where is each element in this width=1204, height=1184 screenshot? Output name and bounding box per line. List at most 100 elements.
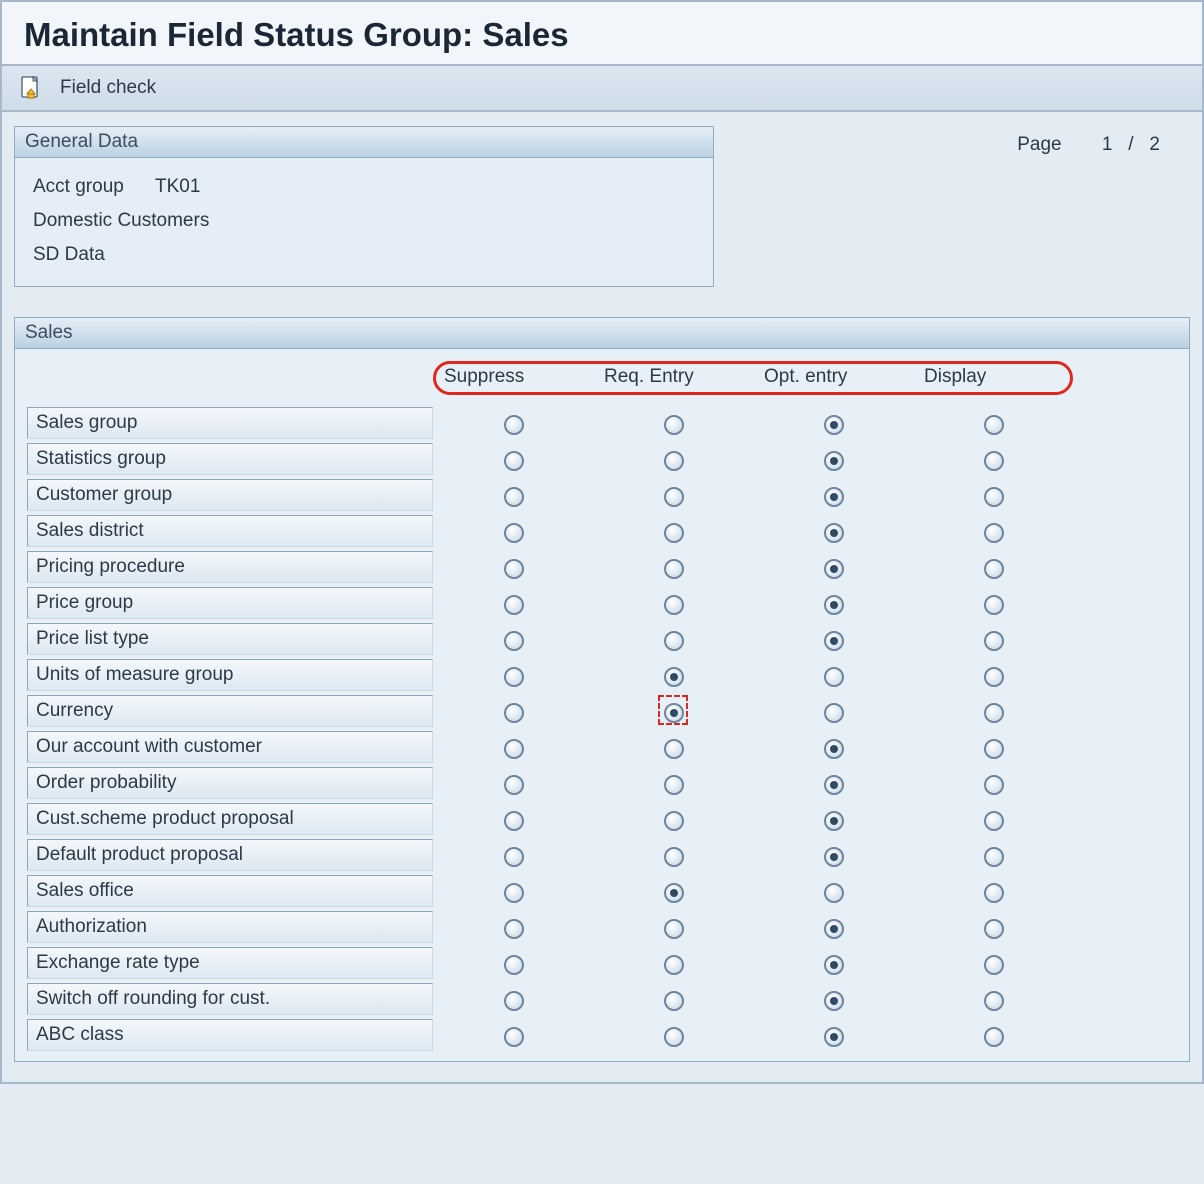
- status-radio[interactable]: [824, 451, 844, 471]
- status-radio[interactable]: [984, 451, 1004, 471]
- status-radio[interactable]: [664, 1027, 684, 1047]
- field-label: Default product proposal: [27, 839, 433, 871]
- status-radio[interactable]: [504, 883, 524, 903]
- status-radio[interactable]: [824, 487, 844, 507]
- status-radio[interactable]: [664, 631, 684, 651]
- status-radio[interactable]: [664, 595, 684, 615]
- status-radio[interactable]: [984, 919, 1004, 939]
- status-radio[interactable]: [664, 667, 684, 687]
- status-radio[interactable]: [664, 847, 684, 867]
- radio-cell: [433, 1024, 593, 1047]
- status-radio[interactable]: [504, 955, 524, 975]
- radio-cell: [433, 412, 593, 435]
- status-radio[interactable]: [664, 451, 684, 471]
- status-radio[interactable]: [984, 775, 1004, 795]
- radio-cell: [433, 772, 593, 795]
- status-radio[interactable]: [824, 883, 844, 903]
- data-area: SD Data: [33, 244, 105, 266]
- status-radio[interactable]: [664, 919, 684, 939]
- status-radio[interactable]: [504, 1027, 524, 1047]
- status-radio[interactable]: [824, 559, 844, 579]
- field-label: Exchange rate type: [27, 947, 433, 979]
- field-label: Pricing procedure: [27, 551, 433, 583]
- status-radio[interactable]: [824, 523, 844, 543]
- status-radio[interactable]: [824, 775, 844, 795]
- status-radio[interactable]: [824, 703, 844, 723]
- status-radio[interactable]: [824, 1027, 844, 1047]
- radio-cell: [753, 556, 913, 579]
- status-radio[interactable]: [504, 991, 524, 1011]
- status-radio[interactable]: [824, 595, 844, 615]
- field-label: Price list type: [27, 623, 433, 655]
- table-row: Our account with customer: [21, 729, 1183, 765]
- status-radio[interactable]: [824, 847, 844, 867]
- status-radio[interactable]: [824, 667, 844, 687]
- status-radio[interactable]: [664, 775, 684, 795]
- status-radio[interactable]: [504, 919, 524, 939]
- radio-cell: [913, 880, 1073, 903]
- radio-cell: [913, 520, 1073, 543]
- status-radio[interactable]: [504, 739, 524, 759]
- status-radio[interactable]: [504, 415, 524, 435]
- col-suppress: Suppress: [444, 366, 604, 388]
- status-radio[interactable]: [984, 559, 1004, 579]
- status-radio[interactable]: [664, 955, 684, 975]
- table-row: Price group: [21, 585, 1183, 621]
- status-radio[interactable]: [664, 991, 684, 1011]
- status-radio[interactable]: [824, 811, 844, 831]
- status-radio[interactable]: [504, 559, 524, 579]
- status-radio[interactable]: [984, 847, 1004, 867]
- status-radio[interactable]: [504, 811, 524, 831]
- status-radio[interactable]: [664, 883, 684, 903]
- upper-row: General Data Acct group TK01 Domestic Cu…: [14, 126, 1190, 287]
- status-radio[interactable]: [984, 811, 1004, 831]
- status-radio[interactable]: [504, 595, 524, 615]
- status-radio[interactable]: [984, 703, 1004, 723]
- status-radio[interactable]: [664, 415, 684, 435]
- status-radio[interactable]: [504, 487, 524, 507]
- status-radio[interactable]: [824, 631, 844, 651]
- status-radio[interactable]: [664, 811, 684, 831]
- status-radio[interactable]: [504, 703, 524, 723]
- radio-cell: [593, 448, 753, 471]
- status-radio[interactable]: [984, 739, 1004, 759]
- status-radio[interactable]: [824, 955, 844, 975]
- status-radio[interactable]: [664, 487, 684, 507]
- status-radio[interactable]: [824, 739, 844, 759]
- status-radio[interactable]: [984, 667, 1004, 687]
- radio-cell: [753, 880, 913, 903]
- status-radio[interactable]: [664, 523, 684, 543]
- status-radio[interactable]: [824, 919, 844, 939]
- status-radio[interactable]: [824, 991, 844, 1011]
- radio-cell: [913, 592, 1073, 615]
- status-radio[interactable]: [664, 703, 684, 723]
- radio-cell: [593, 592, 753, 615]
- page-current: 1: [1102, 134, 1113, 156]
- field-check-icon[interactable]: [20, 76, 42, 100]
- status-radio[interactable]: [984, 883, 1004, 903]
- status-radio[interactable]: [984, 487, 1004, 507]
- radio-cell: [753, 520, 913, 543]
- status-radio[interactable]: [984, 955, 1004, 975]
- status-radio[interactable]: [504, 667, 524, 687]
- status-radio[interactable]: [504, 847, 524, 867]
- status-radio[interactable]: [504, 523, 524, 543]
- radio-cell: [753, 412, 913, 435]
- status-radio[interactable]: [984, 595, 1004, 615]
- status-radio[interactable]: [984, 631, 1004, 651]
- status-radio[interactable]: [984, 1027, 1004, 1047]
- status-radio[interactable]: [984, 523, 1004, 543]
- status-radio[interactable]: [504, 451, 524, 471]
- status-radio[interactable]: [824, 415, 844, 435]
- status-radio[interactable]: [664, 559, 684, 579]
- radio-cell: [913, 484, 1073, 507]
- radio-cell: [593, 952, 753, 975]
- status-radio[interactable]: [504, 631, 524, 651]
- status-radio[interactable]: [984, 991, 1004, 1011]
- status-radio[interactable]: [984, 415, 1004, 435]
- general-data-body: Acct group TK01 Domestic Customers SD Da…: [15, 158, 713, 286]
- field-check-button[interactable]: Field check: [60, 77, 156, 99]
- status-radio[interactable]: [664, 739, 684, 759]
- status-radio[interactable]: [504, 775, 524, 795]
- table-row: Units of measure group: [21, 657, 1183, 693]
